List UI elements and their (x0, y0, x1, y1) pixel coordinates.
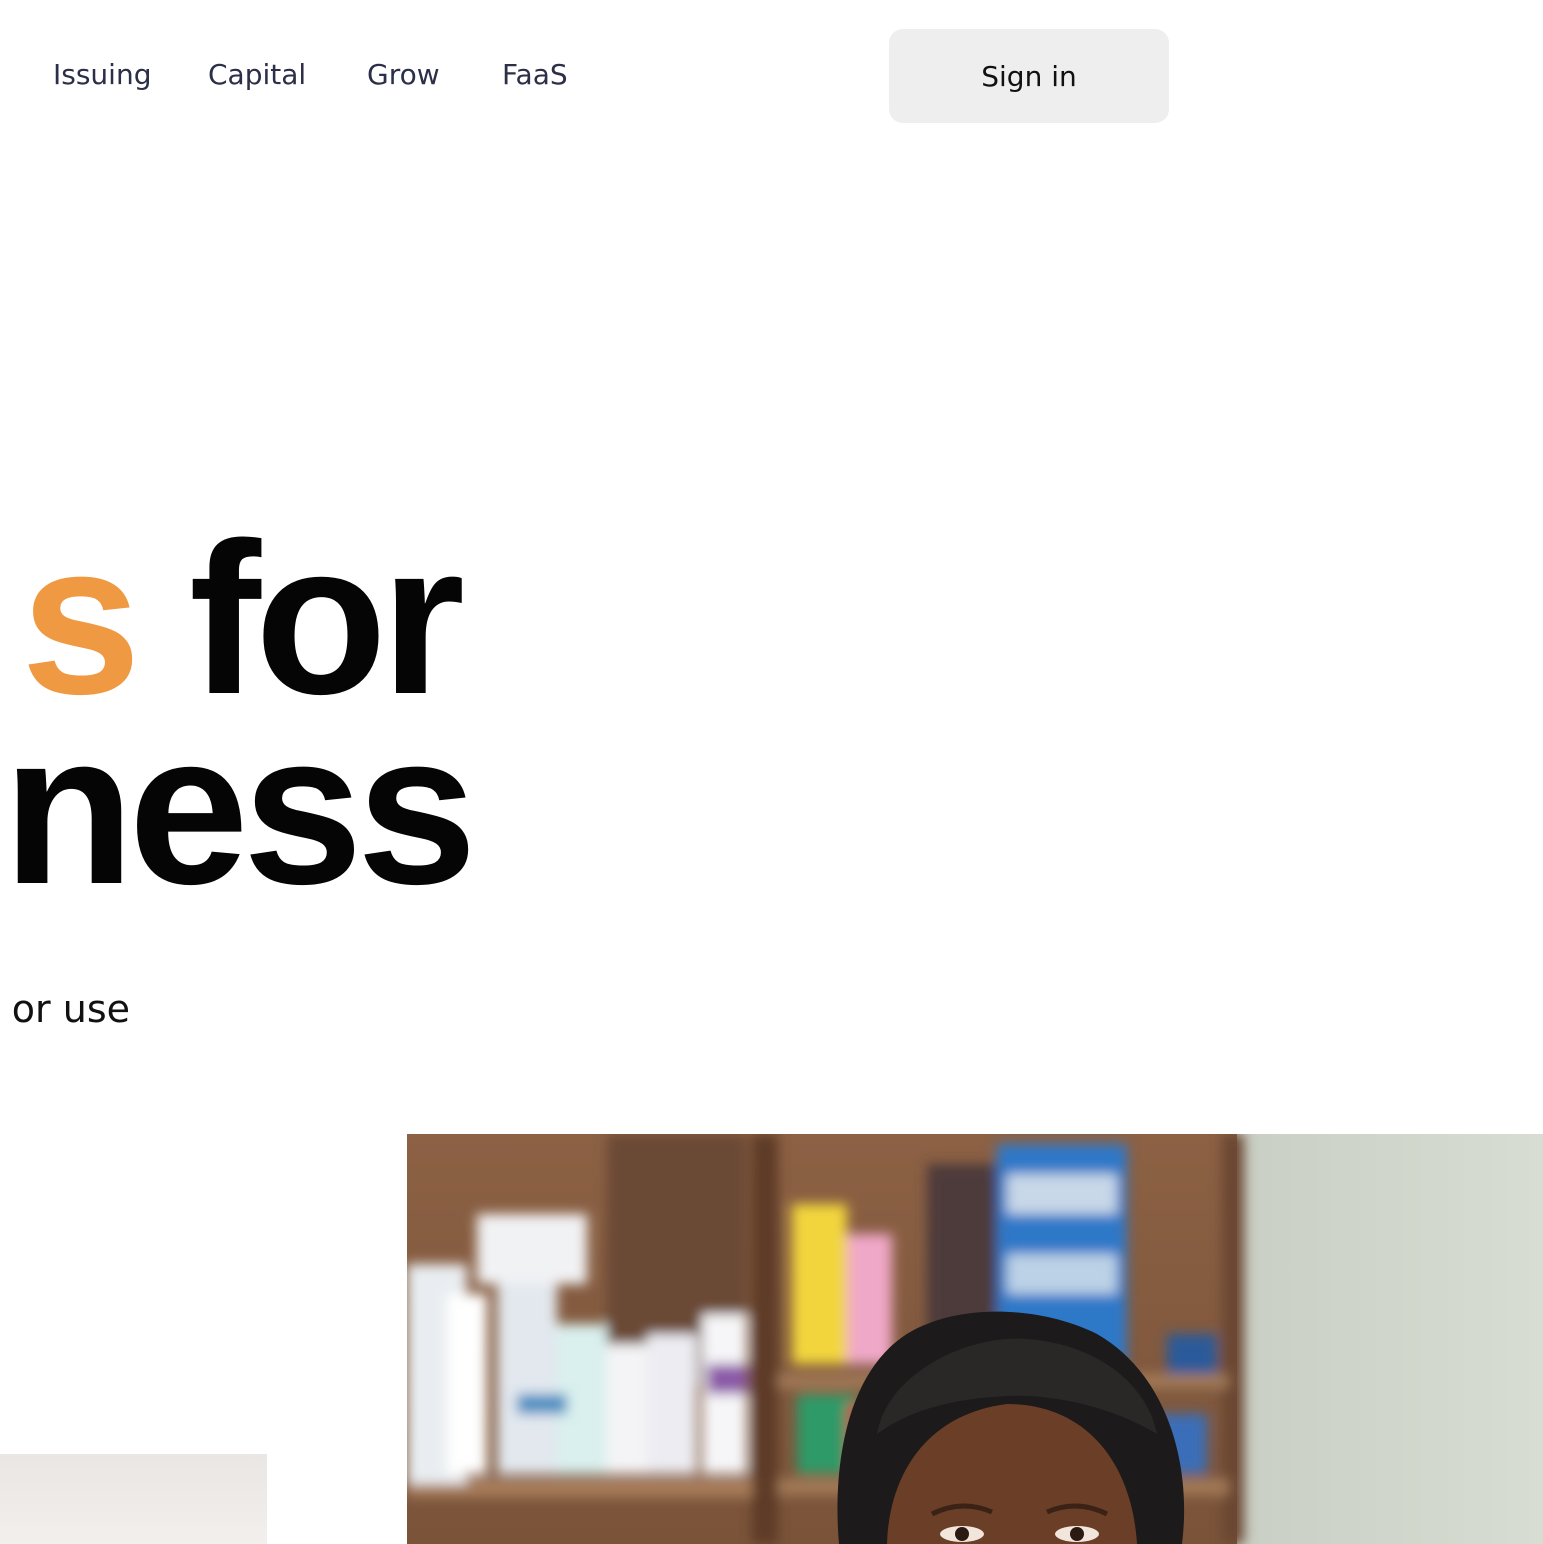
nav-link-grow[interactable]: Grow (367, 56, 440, 94)
sign-in-label: Sign in (981, 59, 1077, 93)
nav-link-faas[interactable]: FaaS (502, 56, 568, 94)
shop-owner-photo (407, 1134, 1543, 1544)
nav-link-capital[interactable]: Capital (208, 56, 306, 94)
hero-subtext: or use (11, 987, 130, 1031)
hero-headline-line-2: ness (2, 687, 477, 929)
hero-card-image (0, 1454, 267, 1544)
sign-in-button[interactable]: Sign in (889, 29, 1169, 123)
nav-link-issuing[interactable]: Issuing (53, 56, 151, 94)
